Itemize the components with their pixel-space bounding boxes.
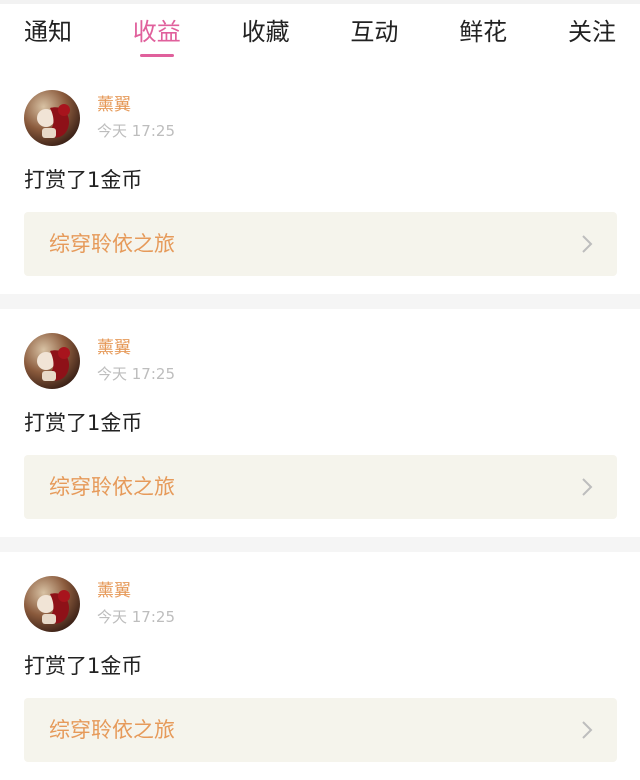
book-link[interactable]: 综穿聆依之旅 — [24, 698, 617, 762]
active-tab-indicator — [139, 54, 174, 57]
tab-bar: 通知 收益 收藏 互动 鲜花 关注 — [0, 4, 640, 64]
tab-earnings[interactable]: 收益 — [133, 4, 181, 57]
timestamp: 今天 17:25 — [97, 365, 175, 383]
book-link[interactable]: 综穿聆依之旅 — [24, 212, 617, 276]
tab-following[interactable]: 关注 — [568, 4, 616, 46]
chevron-right-icon — [582, 721, 593, 739]
tab-favorites[interactable]: 收藏 — [242, 4, 290, 46]
avatar[interactable] — [24, 90, 80, 146]
reward-text: 打赏了1金币 — [24, 168, 143, 192]
avatar[interactable] — [24, 576, 80, 632]
reward-text: 打赏了1金币 — [24, 411, 143, 435]
reward-text: 打赏了1金币 — [24, 654, 143, 678]
list-item: 薰翼 今天 17:25 打赏了1金币 综穿聆依之旅 — [0, 309, 640, 537]
list-item: 薰翼 今天 17:25 打赏了1金币 综穿聆依之旅 — [0, 552, 640, 780]
timestamp: 今天 17:25 — [97, 122, 175, 140]
section-divider — [0, 537, 640, 552]
book-title: 综穿聆依之旅 — [49, 475, 175, 499]
username[interactable]: 薰翼 — [97, 94, 131, 116]
earnings-feed: 薰翼 今天 17:25 打赏了1金币 综穿聆依之旅 薰翼 今天 17:25 打赏… — [0, 66, 640, 780]
tab-interactions[interactable]: 互动 — [350, 4, 398, 46]
chevron-right-icon — [582, 235, 593, 253]
chevron-right-icon — [582, 478, 593, 496]
tab-notifications[interactable]: 通知 — [24, 4, 72, 46]
avatar[interactable] — [24, 333, 80, 389]
section-divider — [0, 294, 640, 309]
username[interactable]: 薰翼 — [97, 337, 131, 359]
book-link[interactable]: 综穿聆依之旅 — [24, 455, 617, 519]
tab-flowers[interactable]: 鲜花 — [459, 4, 507, 46]
timestamp: 今天 17:25 — [97, 608, 175, 626]
book-title: 综穿聆依之旅 — [49, 232, 175, 256]
list-item: 薰翼 今天 17:25 打赏了1金币 综穿聆依之旅 — [0, 66, 640, 294]
book-title: 综穿聆依之旅 — [49, 718, 175, 742]
username[interactable]: 薰翼 — [97, 580, 131, 602]
